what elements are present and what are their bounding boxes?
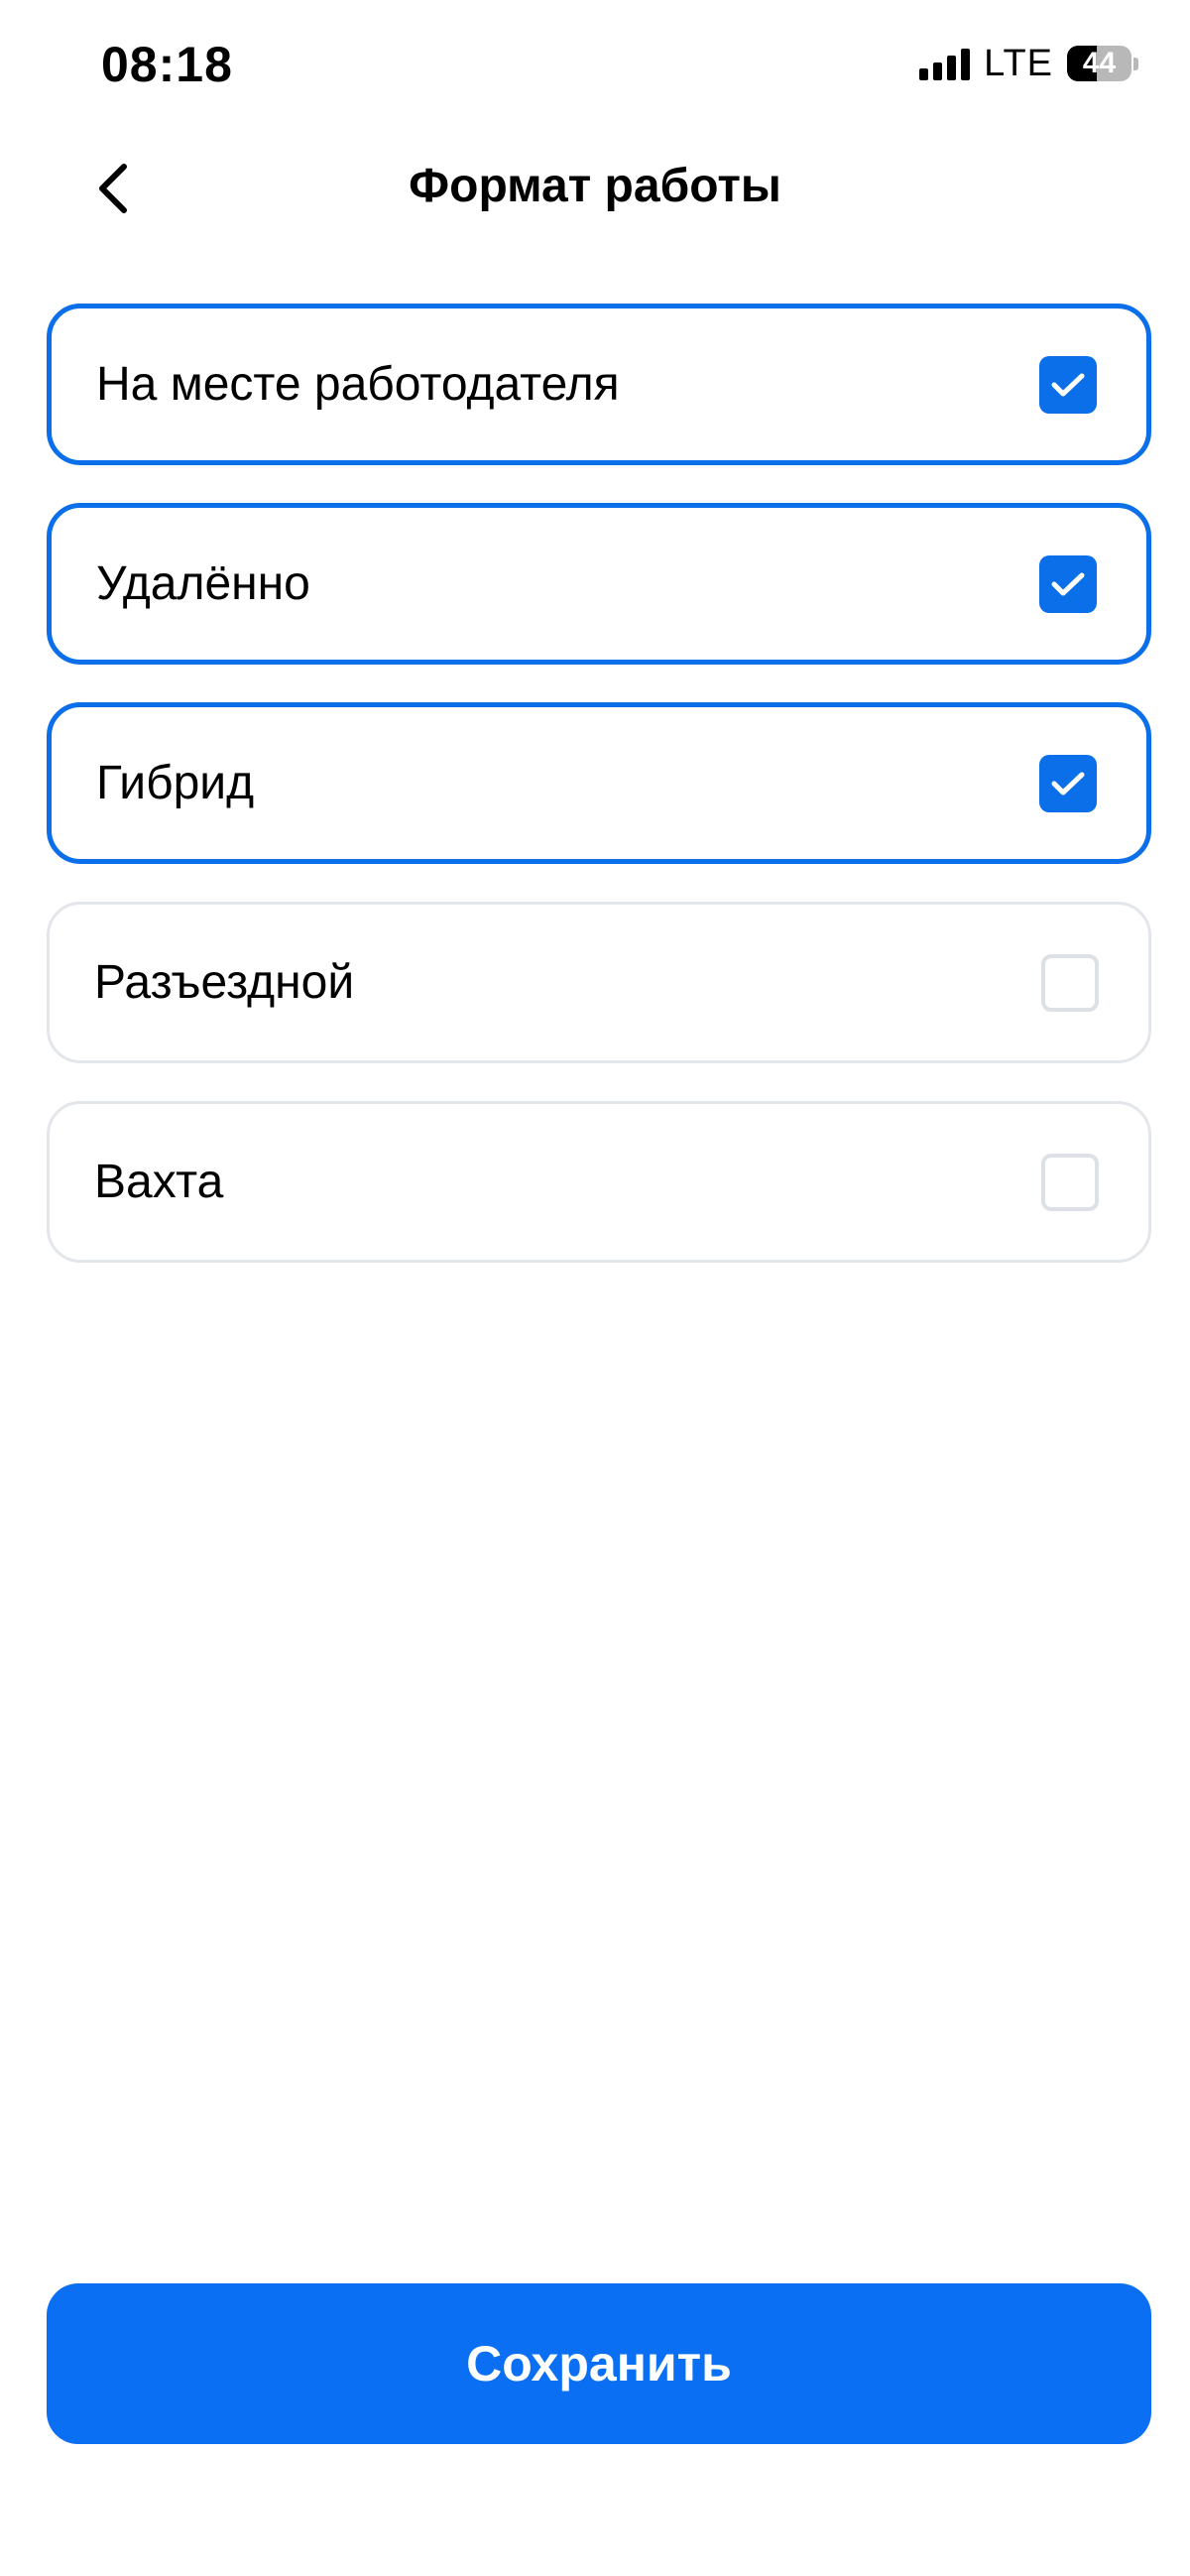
option-label: На месте работодателя [96,358,620,411]
checkbox[interactable] [1041,953,1099,1012]
checkmark-icon [1051,772,1085,795]
option-rotation[interactable]: Вахта [47,1101,1151,1263]
checkbox[interactable] [1039,355,1097,414]
page-title: Формат работы [409,160,781,212]
header: Формат работы [0,129,1190,253]
option-label: Гибрид [96,757,255,809]
work-format-options: На месте работодателя Удалённо Гибрид Ра… [47,304,1151,1300]
battery-icon: 44 [1067,46,1138,81]
option-traveling[interactable]: Разъездной [47,902,1151,1063]
status-time: 08:18 [101,37,233,92]
battery-level: 44 [1082,47,1117,79]
option-hybrid[interactable]: Гибрид [47,702,1151,864]
checkmark-icon [1051,373,1085,396]
option-label: Удалённо [96,557,310,610]
checkbox[interactable] [1039,754,1097,812]
option-label: Вахта [94,1156,224,1208]
option-remote[interactable]: Удалённо [47,503,1151,665]
status-bar: 08:18 LTE 44 [0,0,1190,129]
network-type-label: LTE [984,42,1053,84]
checkbox[interactable] [1041,1153,1099,1211]
option-label: Разъездной [94,956,355,1009]
option-employer-site[interactable]: На месте работодателя [47,304,1151,465]
signal-bars-icon [919,47,971,80]
checkbox[interactable] [1039,554,1097,613]
status-indicators: LTE 44 [919,42,1138,84]
save-button[interactable]: Сохранить [47,2283,1151,2444]
checkmark-icon [1051,572,1085,595]
